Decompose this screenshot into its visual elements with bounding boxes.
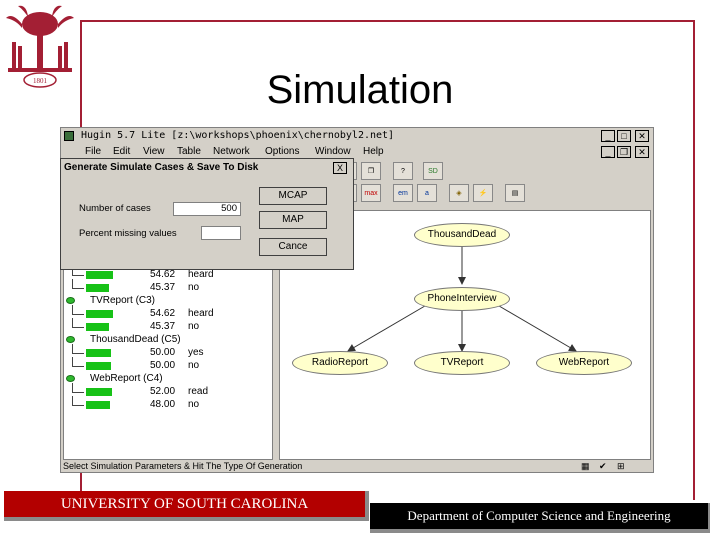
footer-department-panel: Department of Computer Science and Engin…	[370, 503, 708, 529]
node-radioreport[interactable]: RadioReport	[292, 351, 388, 375]
edge-phoneinterview-radioreport	[347, 302, 431, 352]
max-button[interactable]: max	[361, 184, 381, 202]
menu-help[interactable]: Help	[363, 144, 384, 160]
state-label: heard	[188, 269, 214, 280]
probability-value: 45.37	[150, 321, 176, 332]
probability-bar	[86, 271, 113, 279]
node-phoneinterview[interactable]: PhoneInterview	[414, 287, 510, 311]
probability-bar	[86, 388, 112, 396]
node-indicator[interactable]	[66, 297, 75, 304]
probability-value: 52.00	[150, 386, 176, 397]
tree-connector	[72, 288, 84, 289]
node-webreport[interactable]: WebReport	[536, 351, 632, 375]
probability-bar	[86, 349, 111, 357]
state-label: no	[188, 399, 200, 410]
status-icon-network: ⊞	[617, 461, 625, 471]
university-logo: 1801	[2, 2, 78, 94]
probability-bar	[86, 323, 109, 331]
tree-connector	[72, 392, 84, 393]
doc-close-button[interactable]: ✕	[635, 146, 649, 158]
probability-bar	[86, 362, 111, 370]
simulate-dialog: Generate Simulate Cases & Save To Disk X…	[60, 158, 354, 270]
slide-frame-right	[693, 20, 695, 500]
cases-input[interactable]: 500	[173, 202, 241, 216]
probability-bar	[86, 284, 109, 292]
probability-value: 54.62	[150, 269, 176, 280]
svg-text:1801: 1801	[33, 77, 48, 85]
help-button[interactable]: ?	[393, 162, 413, 180]
probability-bar	[86, 401, 110, 409]
footer-university: UNIVERSITY OF SOUTH CAROLINA	[4, 491, 369, 521]
missing-input[interactable]	[201, 226, 241, 240]
probability-value: 54.62	[150, 308, 176, 319]
mcap-button[interactable]: MCAP	[259, 187, 327, 205]
tree-connector	[72, 405, 84, 406]
sd-button[interactable]: SD	[423, 162, 443, 180]
tree-connector	[72, 314, 84, 315]
node-thousanddead[interactable]: ThousandDead	[414, 223, 510, 247]
tree-connector	[72, 275, 84, 276]
a-blue-button[interactable]: a	[417, 184, 437, 202]
missing-label: Percent missing values	[79, 228, 177, 239]
state-label: yes	[188, 347, 204, 358]
window-title: Hugin 5.7 Lite [z:\workshops\phoenix\che…	[81, 130, 395, 141]
node-tvreport[interactable]: TVReport	[414, 351, 510, 375]
footer-department-text: Department of Computer Science and Engin…	[407, 508, 671, 523]
node-indicator[interactable]	[66, 375, 75, 382]
cancel-button[interactable]: Cance	[259, 238, 327, 256]
tree-node-label[interactable]: ThousandDead (C5)	[90, 334, 181, 346]
tree-connector	[72, 366, 84, 367]
cases-label: Number of cases	[79, 203, 151, 214]
table-icon[interactable]: ▤	[505, 184, 525, 202]
edge-phoneinterview-webreport	[493, 302, 577, 352]
map-button[interactable]: MAP	[259, 211, 327, 229]
app-icon	[64, 131, 74, 141]
doc-restore-button[interactable]: ❐	[617, 146, 631, 158]
dialog-title: Generate Simulate Cases & Save To Disk	[64, 162, 259, 173]
tree-connector	[72, 353, 84, 354]
minimize-button[interactable]: _	[601, 130, 615, 142]
status-text: Select Simulation Parameters & Hit The T…	[63, 461, 303, 471]
cascade-icon[interactable]: ❐	[361, 162, 381, 180]
evidence-icon[interactable]: ◈	[449, 184, 469, 202]
probability-bar	[86, 310, 113, 318]
close-button[interactable]: ✕	[635, 130, 649, 142]
footer-university-panel: UNIVERSITY OF SOUTH CAROLINA	[4, 491, 365, 517]
node-indicator[interactable]	[66, 336, 75, 343]
probability-value: 50.00	[150, 360, 176, 371]
probability-value: 48.00	[150, 399, 176, 410]
footer-university-text: UNIVERSITY OF SOUTH CAROLINA	[60, 496, 309, 512]
tree-connector	[72, 327, 84, 328]
state-label: no	[188, 282, 200, 293]
em-button[interactable]: em	[393, 184, 413, 202]
probability-value: 50.00	[150, 347, 176, 358]
status-icon-tree: ✔	[599, 461, 607, 471]
status-bar: Select Simulation Parameters & Hit The T…	[61, 460, 653, 473]
propagate-icon[interactable]: ⚡	[473, 184, 493, 202]
footer-department: Department of Computer Science and Engin…	[370, 503, 710, 533]
status-icon-grid: ▦	[581, 461, 590, 471]
maximize-button[interactable]: □	[617, 130, 631, 142]
tree-node-label[interactable]: TVReport (C3)	[90, 295, 155, 307]
state-label: no	[188, 321, 200, 332]
probability-value: 45.37	[150, 282, 176, 293]
title-bar: Hugin 5.7 Lite [z:\workshops\phoenix\che…	[61, 128, 653, 144]
tree-node-label[interactable]: WebReport (C4)	[90, 373, 163, 385]
slide-title: Simulation	[266, 68, 454, 112]
state-label: no	[188, 360, 200, 371]
state-label: heard	[188, 308, 214, 319]
dialog-close-button[interactable]: X	[333, 162, 347, 174]
state-label: read	[188, 386, 209, 397]
doc-minimize-button[interactable]: _	[601, 146, 615, 158]
